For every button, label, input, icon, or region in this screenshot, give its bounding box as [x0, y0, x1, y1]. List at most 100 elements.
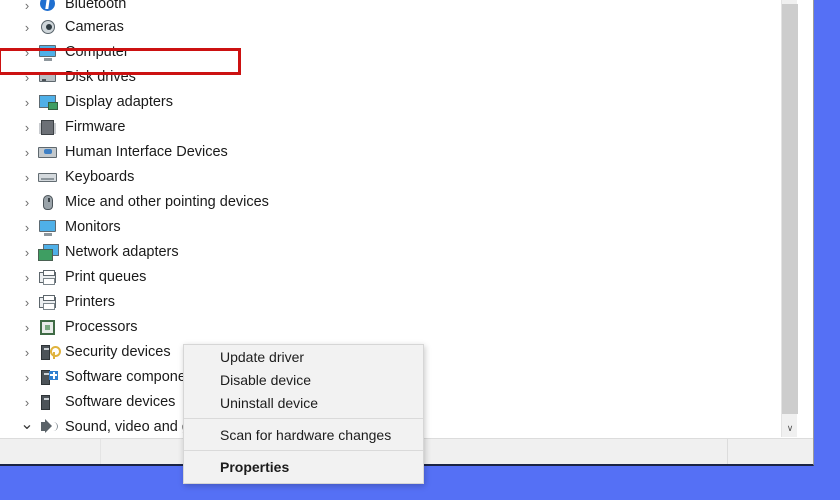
tower-icon-shape [41, 344, 50, 360]
tree-row-label: Bluetooth [65, 0, 127, 13]
status-bar-divider-right [727, 439, 728, 464]
speaker-icon [38, 418, 58, 437]
tree-row[interactable]: › Cameras [0, 15, 798, 40]
menu-separator [184, 418, 423, 419]
chevron-right-icon[interactable]: › [16, 0, 38, 12]
tree-row-label: Network adapters [65, 243, 179, 260]
bluetooth-icon [38, 0, 58, 14]
mouse-icon-shape [43, 194, 53, 210]
chevron-right-icon[interactable]: › [16, 46, 38, 59]
menu-item-label: Disable device [220, 371, 312, 388]
tree-row[interactable]: › Network adapters [0, 240, 798, 265]
tree-row-hit[interactable]: › Printers [16, 292, 121, 313]
tree-row-label: Computer [65, 43, 129, 60]
context-menu[interactable]: Update driver Disable device Uninstall dev… [183, 344, 424, 484]
tree-row-label: Software devices [65, 393, 176, 410]
tree-row[interactable]: › Print queues [0, 265, 798, 290]
tree-row-label: Monitors [65, 218, 121, 235]
tree-row-hit[interactable]: › Disk drives [16, 67, 142, 88]
processor-icon-shape [40, 319, 55, 335]
chevron-right-icon[interactable]: › [16, 171, 38, 184]
tree-row-hit[interactable]: › Mice and other pointing devices [16, 192, 275, 213]
bluetooth-icon-shape [40, 0, 55, 11]
tree-row[interactable]: › Display adapters [0, 90, 798, 115]
menu-item-label: Update driver [220, 348, 305, 365]
tree-row-hit[interactable]: › Cameras [16, 17, 130, 38]
chevron-right-icon[interactable]: › [16, 321, 38, 334]
tree-row-label: Processors [65, 318, 138, 335]
chevron-right-icon[interactable]: › [16, 71, 38, 84]
menu-item-uninstall-device[interactable]: Uninstall device [184, 391, 423, 414]
tree-row[interactable]: › Keyboards [0, 165, 798, 190]
monitor-icon-shape [39, 44, 56, 61]
chevron-down-icon[interactable]: ⌄ [16, 417, 38, 433]
tree-row[interactable]: › Computer [0, 40, 798, 65]
menu-separator [184, 450, 423, 451]
tree-row-hit[interactable]: › Monitors [16, 217, 127, 238]
printer-icon-shape [39, 294, 56, 310]
tree-row[interactable]: › Firmware [0, 115, 798, 140]
network-icon-shape [38, 243, 59, 262]
vertical-scrollbar[interactable]: ∨ [781, 0, 798, 437]
chip-icon [38, 119, 58, 137]
tree-row-hit[interactable]: › Display adapters [16, 92, 179, 113]
tree-row-hit[interactable]: › Human Interface Devices [16, 142, 234, 163]
network-icon [38, 243, 59, 262]
chevron-right-icon[interactable]: › [16, 196, 38, 209]
tree-row[interactable]: › Bluetooth [0, 0, 798, 15]
scrollbar-thumb[interactable] [782, 4, 798, 414]
tower-icon [38, 394, 58, 412]
printer-icon [38, 294, 58, 312]
desktop-background: › Bluetooth › Cameras › Computer › Disk drives ›… [0, 0, 840, 500]
tree-row-hit[interactable]: › Security devices [16, 342, 177, 363]
chevron-right-icon[interactable]: › [16, 96, 38, 109]
tree-row-hit[interactable]: › Software components [16, 367, 211, 388]
scroll-down-arrow-icon[interactable]: ∨ [782, 419, 798, 437]
chevron-right-icon[interactable]: › [16, 121, 38, 134]
chevron-right-icon[interactable]: › [16, 371, 38, 384]
chevron-right-icon[interactable]: › [16, 296, 38, 309]
tree-row-hit[interactable]: › Processors [16, 317, 144, 338]
tree-row-hit[interactable]: › Print queues [16, 267, 152, 288]
chevron-right-icon[interactable]: › [16, 346, 38, 359]
chevron-right-icon[interactable]: › [16, 271, 38, 284]
tree-row-hit[interactable]: › Bluetooth [16, 0, 132, 16]
tree-row[interactable]: › Human Interface Devices [0, 140, 798, 165]
tree-row[interactable]: › Disk drives [0, 65, 798, 90]
chevron-right-icon[interactable]: › [16, 146, 38, 159]
printer-icon [38, 269, 58, 287]
menu-item-scan-for-hardware-changes[interactable]: Scan for hardware changes [184, 423, 423, 446]
keyboard-icon-shape [38, 172, 57, 182]
hid-icon-shape [38, 146, 57, 158]
tower-icon-shape [41, 394, 50, 410]
tree-row-hit[interactable]: › Firmware [16, 117, 131, 138]
keyboard-icon [38, 169, 58, 187]
menu-item-update-driver[interactable]: Update driver [184, 345, 423, 368]
chevron-right-icon[interactable]: › [16, 221, 38, 234]
tree-row[interactable]: › Processors [0, 315, 798, 340]
tree-row[interactable]: › Mice and other pointing devices [0, 190, 798, 215]
key-icon-shape [50, 345, 61, 359]
hid-icon [38, 144, 58, 162]
tree-row-hit[interactable]: › Computer [16, 42, 135, 63]
menu-item-label: Properties [220, 458, 290, 475]
disk-icon-shape [39, 73, 56, 82]
menu-item-disable-device[interactable]: Disable device [184, 368, 423, 391]
menu-item-properties[interactable]: Properties [184, 455, 423, 478]
tree-row[interactable]: › Monitors [0, 215, 798, 240]
tree-row-hit[interactable]: › Keyboards [16, 167, 140, 188]
tree-row-label: Human Interface Devices [65, 143, 228, 160]
tree-row-hit[interactable]: › Network adapters [16, 242, 185, 263]
tree-row-hit[interactable]: › Software devices [16, 392, 181, 413]
tree-row-label: Mice and other pointing devices [65, 193, 269, 210]
display-icon-shape [39, 94, 58, 110]
chevron-right-icon[interactable]: › [16, 246, 38, 259]
disk-icon [38, 69, 58, 87]
chevron-right-icon[interactable]: › [16, 21, 38, 34]
tree-row[interactable]: › Printers [0, 290, 798, 315]
menu-item-label: Uninstall device [220, 394, 319, 411]
chevron-right-icon[interactable]: › [16, 396, 38, 409]
tree-row-label: Print queues [65, 268, 147, 285]
tree-row-label: Security devices [65, 343, 171, 360]
key-icon [38, 344, 61, 362]
